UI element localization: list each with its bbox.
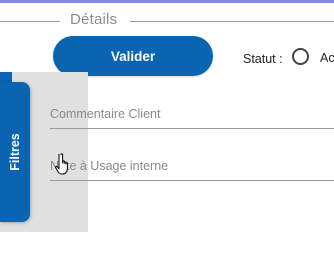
status-option-label[interactable]: Ac (320, 51, 334, 65)
divider-right (130, 21, 334, 22)
internal-note-field[interactable]: Note à Usage interne (50, 156, 334, 181)
status-radio[interactable] (292, 48, 309, 65)
validate-button[interactable]: Valider (53, 36, 213, 76)
divider-left (0, 21, 60, 22)
hand-pointer-icon (55, 153, 68, 175)
filters-tab-label[interactable]: Filtres (8, 133, 22, 171)
client-comment-placeholder: Commentaire Client (50, 107, 161, 121)
client-comment-field[interactable]: Commentaire Client (50, 104, 334, 129)
section-title: Détails (70, 11, 118, 28)
status-label: Statut : (243, 52, 283, 66)
top-accent-bar (0, 0, 334, 3)
section-header: Détails (0, 10, 334, 32)
